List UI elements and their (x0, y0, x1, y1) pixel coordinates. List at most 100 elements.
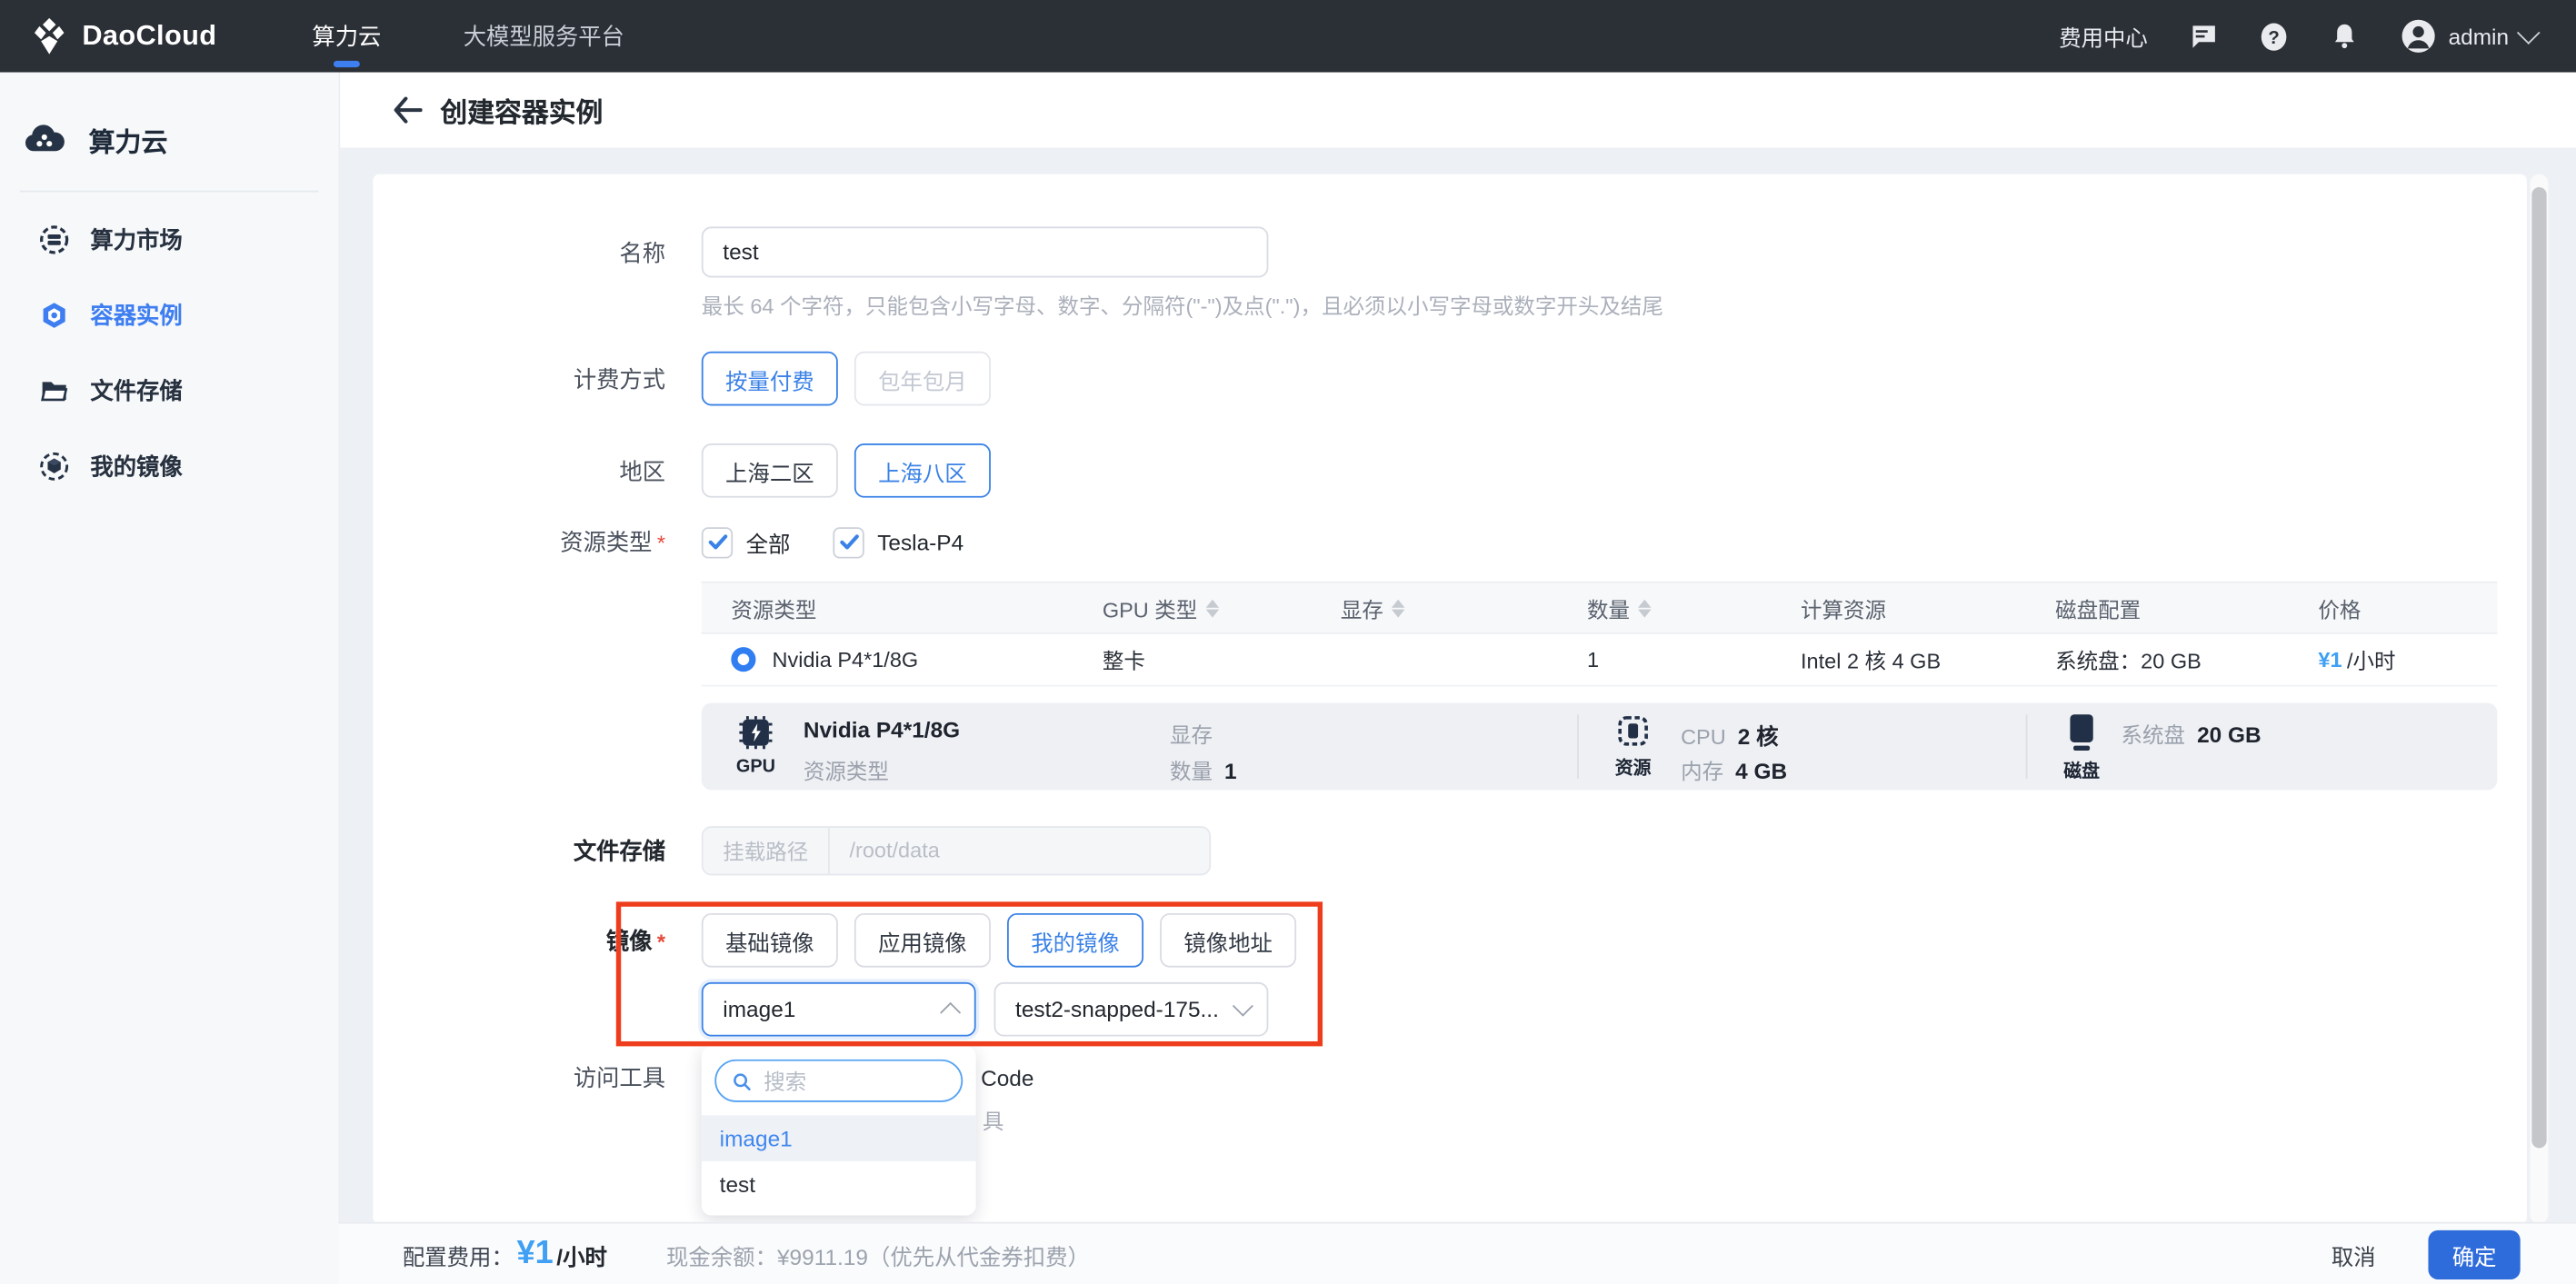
th-resource-type: 资源类型 (702, 592, 1096, 623)
image-name-select[interactable]: image1 (702, 982, 976, 1037)
summary-cpu-label: CPU (1681, 724, 1726, 749)
cpu-icon-block: 资源 (1609, 712, 1658, 780)
checkbox-check-icon (839, 533, 859, 552)
nav-tab-compute-cloud[interactable]: 算力云 (309, 0, 384, 73)
notification-bell-icon[interactable] (2330, 21, 2360, 51)
summary-sys-value: 20 GB (2197, 722, 2261, 747)
sidebar-item-container-instances[interactable]: 容器实例 (0, 277, 338, 353)
dropdown-search-box[interactable] (714, 1060, 963, 1102)
summary-count-value: 1 (1224, 759, 1237, 783)
billing-option-pay-as-you-go[interactable]: 按量付费 (702, 352, 838, 406)
fee-amount: ¥1 (516, 1235, 553, 1273)
folder-icon (39, 376, 69, 406)
summary-sys-label: 系统盘 (2121, 722, 2185, 747)
sort-icon[interactable] (1392, 599, 1404, 617)
billing-center-link[interactable]: 费用中心 (2059, 20, 2148, 53)
billing-row: 计费方式 按量付费 包年包月 (373, 352, 1007, 406)
page-title: 创建容器实例 (440, 90, 603, 129)
fee-label: 配置费用： (403, 1238, 514, 1270)
gpu-badge: GPU (728, 757, 784, 777)
image-tab-app[interactable]: 应用镜像 (854, 913, 991, 968)
summary-divider (1577, 714, 1579, 778)
brand-logo: DaoCloud (30, 16, 309, 55)
access-tools-label: 访问工具 (373, 1061, 665, 1094)
billing-option-subscription[interactable]: 包年包月 (854, 352, 991, 406)
scrollbar-thumb[interactable] (2531, 187, 2546, 1148)
sidebar-item-file-storage[interactable]: 文件存储 (0, 353, 338, 429)
nav-tab-label: 算力云 (312, 20, 381, 53)
mount-path-placeholder: /root/data (830, 838, 960, 862)
container-hexagon-icon (39, 301, 69, 331)
user-menu[interactable]: admin (2401, 18, 2537, 55)
cell-resource-name: Nvidia P4*1/8G (773, 647, 919, 672)
image-tab-my-images[interactable]: 我的镜像 (1007, 913, 1143, 968)
fee-unit: /小时 (556, 1238, 607, 1270)
sidebar-item-label: 文件存储 (90, 374, 182, 407)
summary-cpu-value: 2 核 (1738, 724, 1779, 749)
sidebar-item-my-images[interactable]: 我的镜像 (0, 429, 338, 504)
chevron-down-icon (2517, 21, 2541, 45)
sidebar-brand: 算力云 (0, 73, 338, 168)
gpu-chip-icon (736, 712, 775, 751)
image-cube-icon (39, 452, 69, 482)
cancel-button[interactable]: 取消 (2321, 1236, 2385, 1272)
region-option-shanghai-2[interactable]: 上海二区 (702, 443, 838, 498)
chevron-down-icon (1233, 996, 1253, 1017)
cell-price-unit: /小时 (2347, 644, 2396, 675)
confirm-button[interactable]: 确定 (2428, 1229, 2520, 1279)
cpu-chip-icon (1615, 712, 1652, 749)
app-window: DaoCloud 算力云 大模型服务平台 费用中心 ? admin (0, 0, 2576, 1284)
checkbox-tesla-p4[interactable] (833, 526, 864, 557)
market-icon (39, 225, 69, 255)
checkbox-check-icon (707, 533, 727, 552)
image-tab-url[interactable]: 镜像地址 (1160, 913, 1296, 968)
resource-table: 资源类型 GPU 类型 显存 数量 计算资源 磁盘配置 价格 Nvidia P4… (702, 582, 2498, 687)
dropdown-option-test[interactable]: test (702, 1161, 976, 1208)
mount-path-input-group[interactable]: 挂载路径 /root/data (702, 825, 1211, 874)
summary-mem-label: 显存 (1170, 718, 1213, 749)
th-count: 数量 (1581, 592, 1794, 623)
file-storage-row: 文件存储 挂载路径 /root/data (373, 824, 1211, 875)
sidebar-item-market[interactable]: 算力市场 (0, 202, 338, 277)
image-name-select-value: image1 (723, 997, 943, 1021)
daocloud-logo-icon (30, 16, 69, 55)
navbar-right: 费用中心 ? admin (2059, 18, 2537, 55)
row-radio-selected[interactable] (731, 647, 755, 672)
checkbox-all[interactable] (702, 526, 733, 557)
image-tab-base[interactable]: 基础镜像 (702, 913, 838, 968)
back-button[interactable] (391, 94, 424, 126)
cell-disk: 系统盘：20 GB (2049, 644, 2311, 675)
name-input[interactable] (702, 226, 1269, 277)
sidebar-item-label: 容器实例 (90, 299, 182, 332)
th-memory: 显存 (1334, 592, 1581, 623)
required-asterisk: * (657, 929, 665, 953)
nav-tab-llm-platform[interactable]: 大模型服务平台 (460, 0, 627, 73)
sort-icon[interactable] (1638, 599, 1651, 617)
sidebar-item-label: 算力市场 (90, 224, 182, 256)
table-header-row: 资源类型 GPU 类型 显存 数量 计算资源 磁盘配置 价格 (702, 582, 2498, 634)
th-disk: 磁盘配置 (2049, 592, 2311, 623)
disk-icon (2069, 712, 2095, 751)
dropdown-option-image1[interactable]: image1 (702, 1115, 976, 1161)
scrollbar-track[interactable] (2531, 174, 2549, 1224)
sidebar: 算力云 算力市场 容器实例 文件存储 (0, 73, 340, 1284)
image-row: 镜像* 基础镜像 应用镜像 我的镜像 镜像地址 (373, 913, 1313, 968)
summary-ram-value: 4 GB (1735, 759, 1787, 783)
avatar-icon (2401, 18, 2437, 55)
footer-bar: 配置费用： ¥1 /小时 现金余额：¥9911.19（优先从代金券扣费） 取消 … (338, 1222, 2576, 1284)
summary-count-label: 数量 (1170, 759, 1213, 783)
help-icon[interactable]: ? (2260, 21, 2290, 51)
file-storage-label: 文件存储 (373, 833, 665, 866)
image-tag-select[interactable]: test2-snapped-175... (994, 982, 1269, 1037)
sort-icon[interactable] (1205, 599, 1218, 617)
region-option-shanghai-8[interactable]: 上海八区 (854, 443, 991, 498)
sidebar-brand-label: 算力云 (89, 120, 168, 159)
message-icon[interactable] (2189, 21, 2219, 51)
dropdown-search-input[interactable] (761, 1067, 945, 1095)
resource-type-row: 资源类型* 全部 Tesla-P4 (373, 523, 1006, 562)
cell-compute: Intel 2 核 4 GB (1794, 644, 2049, 675)
svg-text:?: ? (2269, 27, 2280, 47)
name-hint: 最长 64 个字符，只能包含小写字母、数字、分隔符("-")及点(".")，且必… (702, 289, 1663, 320)
th-gpu-type: GPU 类型 (1096, 592, 1334, 623)
cloud-icon (23, 118, 65, 161)
